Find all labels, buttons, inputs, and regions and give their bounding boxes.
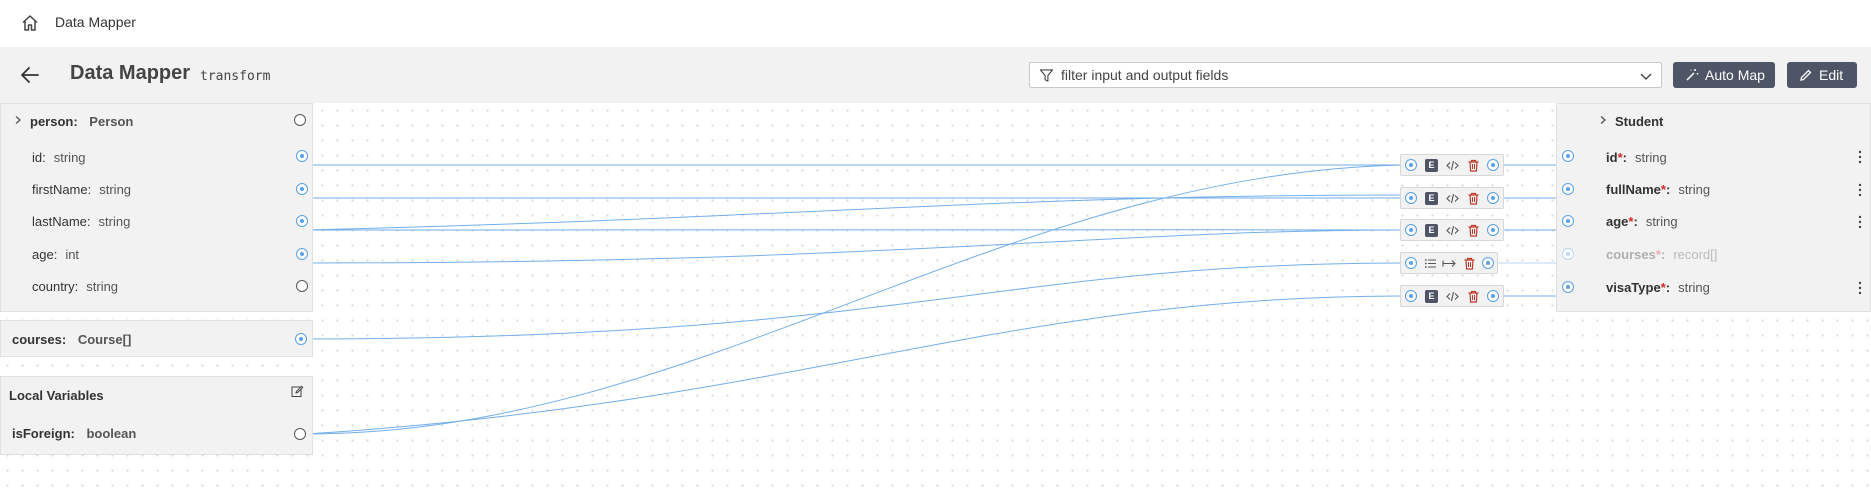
auto-map-button[interactable]: Auto Map [1673,62,1775,88]
link-lastname-in [305,194,1405,231]
more-options-icon[interactable] [1858,215,1862,229]
home-icon[interactable] [20,13,40,33]
more-options-icon[interactable] [1858,183,1862,197]
edit-button[interactable]: Edit [1787,62,1857,88]
top-bar: Data Mapper [0,0,1871,47]
link-lastname-in-2 [305,228,1405,231]
mapping-node-fullname[interactable]: E [1400,187,1504,209]
output-field-visatype: visaType*: string [1606,280,1710,295]
output-record-name[interactable]: Student [1615,114,1663,129]
node-out-port[interactable] [1487,290,1499,302]
chevron-right-icon[interactable] [1598,115,1608,125]
breadcrumb-title[interactable]: Data Mapper [55,14,136,30]
input-port-age[interactable] [296,248,308,260]
map-arrow-icon[interactable] [1442,257,1457,270]
node-in-port[interactable] [1405,224,1417,236]
link-isforeign-id [305,164,1405,435]
page-title: Data Mapper [70,62,191,84]
output-port-visatype[interactable] [1562,281,1574,293]
delete-icon[interactable] [1463,257,1476,270]
link-age-in [305,229,1405,264]
output-field-age: age*: string [1606,214,1678,229]
more-options-icon[interactable] [1858,150,1862,164]
node-in-port[interactable] [1405,192,1417,204]
edit-variables-icon[interactable] [291,385,304,398]
auto-map-label: Auto Map [1705,67,1765,83]
mapping-node-courses[interactable] [1400,252,1498,274]
input-record-name: person: [30,114,78,129]
back-arrow-icon[interactable] [19,64,41,86]
node-out-port[interactable] [1487,224,1499,236]
code-icon[interactable] [1446,192,1459,205]
node-out-port[interactable] [1482,257,1494,269]
filter-field[interactable] [1029,62,1662,88]
input-port-id[interactable] [296,150,308,162]
delete-icon[interactable] [1467,192,1480,205]
input-port-courses[interactable] [295,333,307,345]
expression-badge[interactable]: E [1425,224,1438,237]
list-icon[interactable] [1424,257,1437,270]
input-field-id: id: string [32,150,86,165]
output-port-age[interactable] [1562,215,1574,227]
mapping-canvas[interactable]: person: Person id: string firstName: strin… [0,103,1871,488]
mapping-node-visatype[interactable]: E [1400,285,1504,307]
link-courses-in [301,262,1405,340]
more-options-icon[interactable] [1858,281,1862,295]
output-port-id[interactable] [1562,150,1574,162]
input-record-type: Person [89,114,134,129]
node-out-port[interactable] [1487,159,1499,171]
filter-icon [1039,69,1054,82]
expression-badge[interactable]: E [1425,290,1438,303]
function-name: transform [200,69,271,84]
node-in-port[interactable] [1405,290,1417,302]
node-in-port[interactable] [1405,257,1417,269]
expression-badge[interactable]: E [1425,159,1438,172]
node-out-port[interactable] [1487,192,1499,204]
input-port-lastname[interactable] [296,215,308,227]
input-field-age: age: int [32,247,80,262]
magic-wand-icon [1686,69,1699,81]
edit-label: Edit [1819,67,1844,83]
delete-icon[interactable] [1467,290,1480,303]
delete-icon[interactable] [1467,159,1480,172]
delete-icon[interactable] [1467,224,1480,237]
input-field-lastname: lastName: string [32,214,131,229]
mapping-node-id[interactable]: E [1400,154,1504,176]
input-port-country[interactable] [296,280,308,292]
input-field-country: country: string [32,279,119,294]
output-field-fullname: fullName*: string [1606,182,1711,197]
input-courses-label[interactable]: courses: Course[] [12,332,131,347]
pencil-icon [1800,69,1812,81]
output-record-panel: Student id*: string fullName*: string age*… [1556,103,1871,312]
input-record-header[interactable]: person: Person [30,114,133,129]
local-var-port-isforeign[interactable] [294,428,306,440]
code-icon[interactable] [1446,224,1459,237]
output-port-courses[interactable] [1562,248,1574,260]
input-port-firstname[interactable] [296,183,308,195]
code-icon[interactable] [1446,159,1459,172]
input-record-panel: person: Person id: string firstName: strin… [0,103,313,312]
node-in-port[interactable] [1405,159,1417,171]
chevron-down-icon[interactable] [1639,69,1653,83]
page-header: Data Mapper transform Auto Map Edit [0,47,1871,103]
chevron-right-icon[interactable] [13,115,23,125]
local-var-isforeign[interactable]: isForeign: boolean [12,426,136,441]
code-icon[interactable] [1446,290,1459,303]
link-isforeign-visa [305,295,1405,435]
filter-input[interactable] [1061,65,1621,85]
local-variables-panel: Local Variables isForeign: boolean [0,376,313,455]
input-field-firstname: firstName: string [32,182,132,197]
output-field-courses: courses*: record[] [1606,247,1718,262]
mapping-node-age[interactable]: E [1400,219,1504,241]
output-port-fullname[interactable] [1562,183,1574,195]
local-variables-title: Local Variables [9,388,104,403]
input-courses-panel: courses: Course[] [0,320,313,357]
output-field-id: id*: string [1606,150,1667,165]
expression-badge[interactable]: E [1425,192,1438,205]
input-record-port[interactable] [294,114,306,126]
